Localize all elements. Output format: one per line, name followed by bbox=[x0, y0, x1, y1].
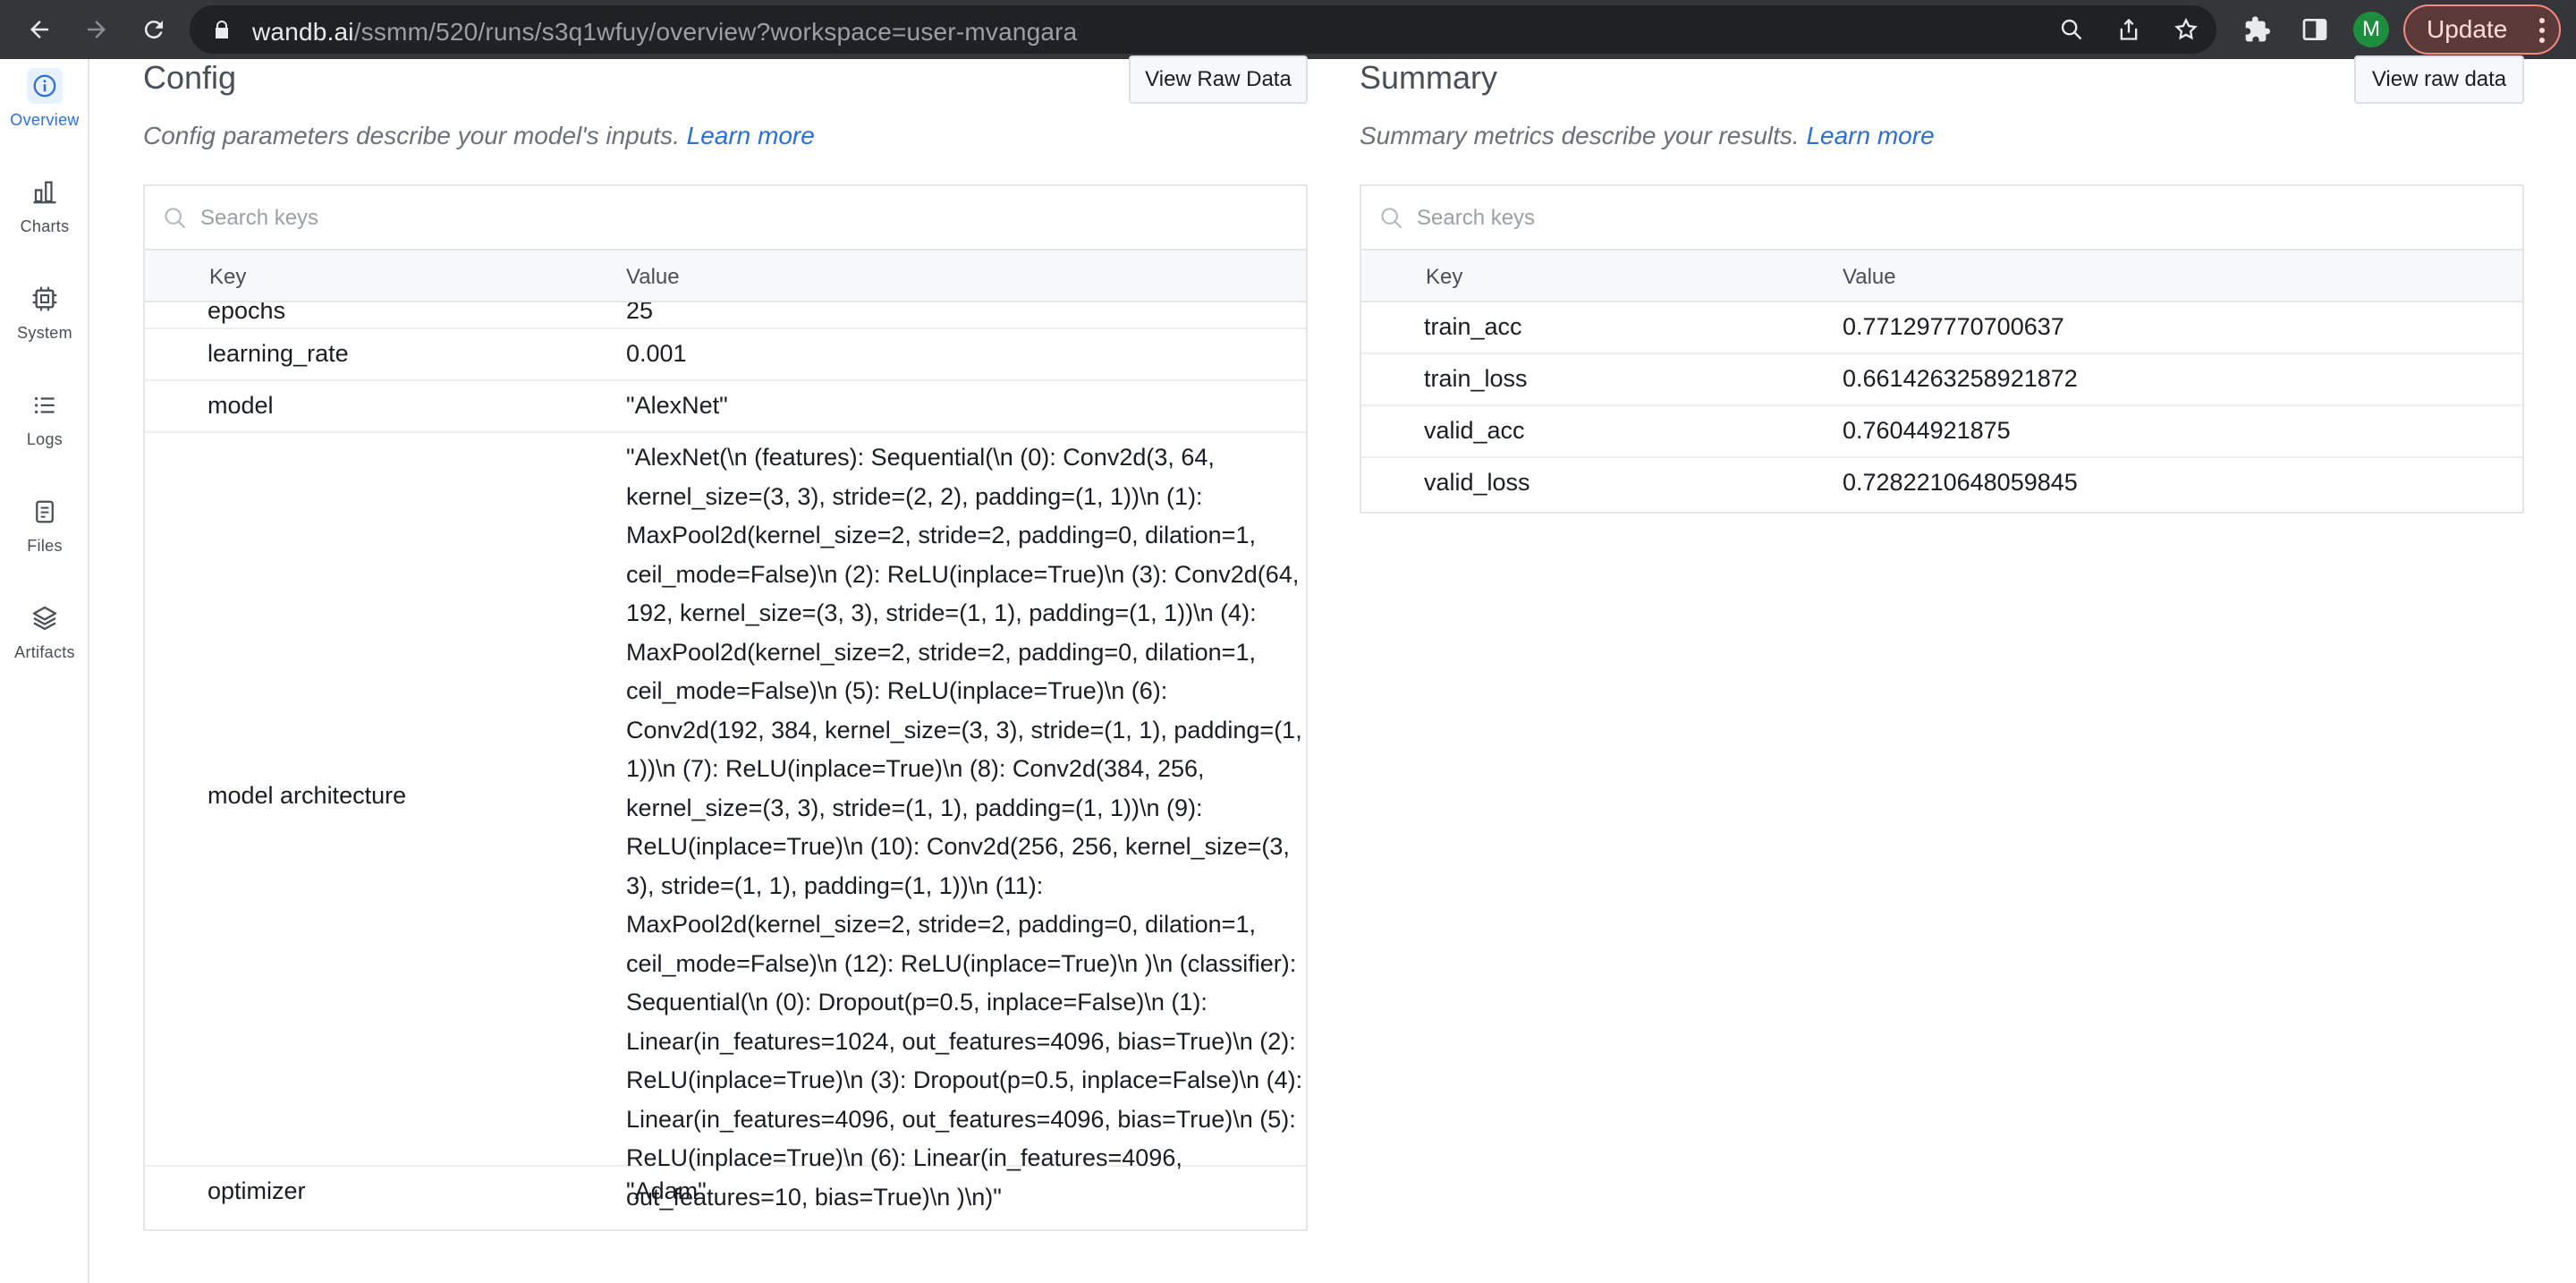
config-table: Key Value epochs 25 learning_rate 0.001 … bbox=[143, 184, 1308, 1231]
table-row: epochs 25 bbox=[145, 302, 1306, 329]
config-col-value: Value bbox=[626, 265, 680, 289]
back-button[interactable] bbox=[18, 8, 61, 51]
sidebar-item-charts[interactable]: Charts bbox=[0, 166, 89, 255]
arrow-left-icon bbox=[30, 21, 48, 38]
config-learn-more-link[interactable]: Learn more bbox=[687, 122, 815, 149]
row-key: learning_rate bbox=[208, 340, 349, 367]
zoom-icon[interactable] bbox=[2059, 17, 2084, 42]
row-key: train_acc bbox=[1424, 313, 1522, 340]
row-value: "AlexNet" bbox=[626, 392, 728, 419]
sidebar-item-logs[interactable]: Logs bbox=[0, 378, 89, 468]
config-description: Config parameters describe your model's … bbox=[143, 122, 815, 150]
more-vert-icon bbox=[2539, 18, 2545, 43]
summary-title: Summary bbox=[1360, 59, 1498, 96]
sidebar-item-files[interactable]: Files bbox=[0, 485, 89, 574]
sidebar-item-label: Charts bbox=[20, 217, 70, 235]
summary-table-header: Key Value bbox=[1361, 251, 2522, 302]
config-title: Config bbox=[143, 59, 237, 96]
table-row: valid_loss 0.7282210648059845 bbox=[1361, 458, 2522, 512]
address-bar[interactable]: wandb.ai/ssmm/520/runs/s3q1wfuy/overview… bbox=[190, 5, 2216, 54]
sidebar-item-artifacts[interactable]: Artifacts bbox=[0, 591, 89, 681]
cpu-icon bbox=[27, 281, 63, 317]
sidebar-item-label: Files bbox=[27, 537, 63, 555]
sidebar-item-system[interactable]: System bbox=[0, 272, 89, 361]
summary-description-text: Summary metrics describe your results. bbox=[1360, 122, 1800, 149]
forward-button[interactable] bbox=[75, 8, 118, 51]
table-row: valid_acc 0.76044921875 bbox=[1361, 406, 2522, 458]
row-key: epochs bbox=[208, 302, 286, 324]
summary-search-input[interactable] bbox=[1417, 199, 1953, 238]
reload-button[interactable] bbox=[132, 8, 175, 51]
url-host: wandb.ai bbox=[252, 18, 354, 46]
table-row: model architecture "AlexNet(\n (features… bbox=[145, 433, 1306, 1211]
bookmark-star-icon[interactable] bbox=[2174, 17, 2199, 42]
sidebar-item-label: Logs bbox=[26, 430, 64, 448]
layers-icon bbox=[27, 600, 63, 636]
summary-table: Key Value train_acc 0.771297770700637 tr… bbox=[1360, 184, 2524, 514]
row-value: 0.001 bbox=[626, 340, 687, 367]
row-key: train_loss bbox=[1424, 365, 1528, 392]
lock-icon bbox=[216, 21, 228, 38]
search-icon bbox=[165, 208, 186, 229]
extensions-puzzle-icon[interactable] bbox=[2243, 15, 2272, 44]
update-label: Update bbox=[2427, 15, 2508, 43]
config-table-header: Key Value bbox=[145, 251, 1306, 302]
view-raw-data-button[interactable]: View raw data bbox=[2354, 55, 2524, 104]
run-sidebar: Overview Charts System Logs Files Artifa… bbox=[0, 59, 89, 1283]
row-value: 0.6614263258921872 bbox=[1843, 365, 2078, 392]
row-value: "Adam" bbox=[626, 1177, 707, 1204]
config-search-row bbox=[145, 186, 1306, 251]
row-key: valid_acc bbox=[1424, 417, 1525, 444]
sidebar-item-label: Overview bbox=[10, 111, 80, 129]
list-icon bbox=[27, 387, 63, 423]
url-path: /ssmm/520/runs/s3q1wfuy/overview?workspa… bbox=[353, 18, 1078, 46]
summary-description: Summary metrics describe your results. L… bbox=[1360, 122, 1935, 150]
table-row: train_acc 0.771297770700637 bbox=[1361, 302, 2522, 354]
profile-avatar[interactable]: M bbox=[2353, 12, 2389, 47]
table-row: train_loss 0.6614263258921872 bbox=[1361, 354, 2522, 406]
model-architecture-value: "AlexNet(\n (features): Sequential(\n (0… bbox=[626, 444, 1303, 1211]
summary-search-row bbox=[1361, 186, 2522, 251]
summary-panel: Summary View raw data Summary metrics de… bbox=[1360, 55, 2524, 524]
bar-chart-icon bbox=[27, 174, 63, 210]
reload-icon bbox=[144, 21, 163, 39]
summary-col-key: Key bbox=[1426, 265, 1463, 289]
row-value: 0.771297770700637 bbox=[1843, 313, 2064, 340]
config-description-text: Config parameters describe your model's … bbox=[143, 122, 680, 149]
info-icon bbox=[27, 68, 63, 104]
sidebar-item-label: System bbox=[17, 324, 72, 342]
config-col-key: Key bbox=[209, 265, 247, 289]
summary-col-value: Value bbox=[1843, 265, 1896, 289]
sidebar-item-overview[interactable]: Overview bbox=[0, 59, 89, 149]
arrow-right-icon bbox=[88, 21, 106, 38]
row-key: model bbox=[208, 392, 274, 419]
update-button[interactable]: Update bbox=[2403, 4, 2561, 55]
summary-learn-more-link[interactable]: Learn more bbox=[1806, 122, 1934, 149]
url-text: wandb.ai/ssmm/520/runs/s3q1wfuy/overview… bbox=[252, 18, 1077, 47]
row-value: 0.76044921875 bbox=[1843, 417, 2011, 444]
sidebar-item-label: Artifacts bbox=[14, 643, 75, 661]
table-row: learning_rate 0.001 bbox=[145, 329, 1306, 381]
row-value: 25 bbox=[626, 302, 654, 324]
browser-toolbar: wandb.ai/ssmm/520/runs/s3q1wfuy/overview… bbox=[0, 0, 2576, 59]
config-panel: Config View Raw Data Config parameters d… bbox=[143, 55, 1308, 1231]
config-search-input[interactable] bbox=[200, 199, 737, 238]
row-key: optimizer bbox=[208, 1177, 306, 1204]
sidepanel-icon[interactable] bbox=[2301, 15, 2329, 44]
view-raw-data-button[interactable]: View Raw Data bbox=[1129, 55, 1308, 104]
file-icon bbox=[27, 494, 63, 530]
row-key: valid_loss bbox=[1424, 469, 1530, 496]
table-row: model "AlexNet" bbox=[145, 381, 1306, 433]
row-key: model architecture bbox=[208, 782, 407, 809]
row-value: 0.7282210648059845 bbox=[1843, 469, 2078, 496]
search-icon bbox=[1381, 208, 1402, 229]
table-row: optimizer "Adam" bbox=[145, 1167, 1306, 1231]
share-icon[interactable] bbox=[2116, 17, 2141, 42]
